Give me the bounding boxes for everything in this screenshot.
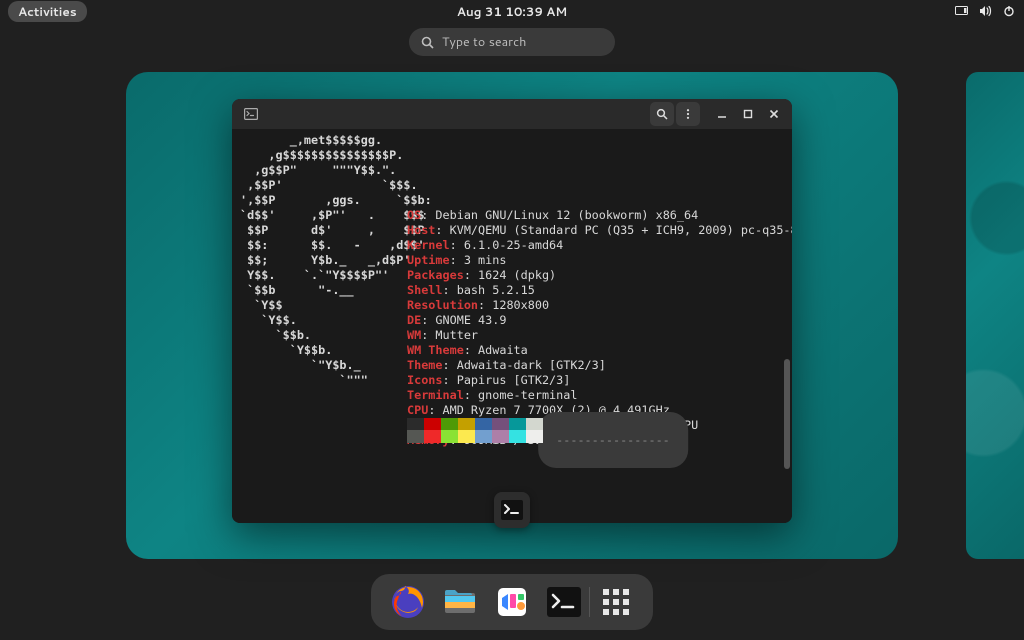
- color-palette-light: [407, 430, 543, 443]
- search-icon: [421, 36, 434, 49]
- hamburger-menu-button[interactable]: [676, 102, 700, 126]
- volume-icon[interactable]: [978, 4, 992, 18]
- running-app-terminal[interactable]: [494, 492, 530, 528]
- close-button[interactable]: [762, 102, 786, 126]
- window-titlebar: [232, 99, 792, 129]
- terminal-icon: [547, 587, 581, 617]
- apps-grid-icon: [601, 587, 631, 617]
- firefox-icon: [390, 584, 426, 620]
- screen-icon[interactable]: [954, 4, 968, 18]
- power-icon[interactable]: [1002, 4, 1016, 18]
- workspace-thumbnail-next[interactable]: [966, 72, 1024, 559]
- clock-menu[interactable]: Aug 31 10:39 AM: [457, 3, 568, 20]
- files-icon: [442, 584, 478, 620]
- search-in-terminal-button[interactable]: [650, 102, 674, 126]
- terminal-title-icon: [244, 108, 258, 120]
- dash-app-software[interactable]: [493, 583, 531, 621]
- terminal-window[interactable]: _,met$$$$$gg. ,g$$$$$$$$$$$$$$$P. ,g$$P"…: [232, 99, 792, 523]
- dash-app-terminal[interactable]: [545, 583, 583, 621]
- search-placeholder: Type to search: [442, 33, 526, 51]
- software-icon: [494, 584, 530, 620]
- terminal-icon: [501, 500, 523, 520]
- status-area[interactable]: [954, 4, 1016, 18]
- maximize-button[interactable]: [736, 102, 760, 126]
- minimize-button[interactable]: [710, 102, 734, 126]
- dash-app-firefox[interactable]: [389, 583, 427, 621]
- dash-app-files[interactable]: [441, 583, 479, 621]
- activities-button[interactable]: Activities: [8, 1, 87, 22]
- top-bar: Activities Aug 31 10:39 AM: [0, 0, 1024, 22]
- dash-show-apps[interactable]: [597, 583, 635, 621]
- overview-search[interactable]: Type to search: [409, 28, 615, 56]
- terminal-scrollbar[interactable]: [784, 359, 790, 469]
- dash: [371, 574, 653, 630]
- neofetch-ascii-logo: _,met$$$$$gg. ,g$$$$$$$$$$$$$$$P. ,g$$P"…: [240, 133, 432, 388]
- terminal-body[interactable]: _,met$$$$$gg. ,g$$$$$$$$$$$$$$$P. ,g$$P"…: [232, 129, 792, 523]
